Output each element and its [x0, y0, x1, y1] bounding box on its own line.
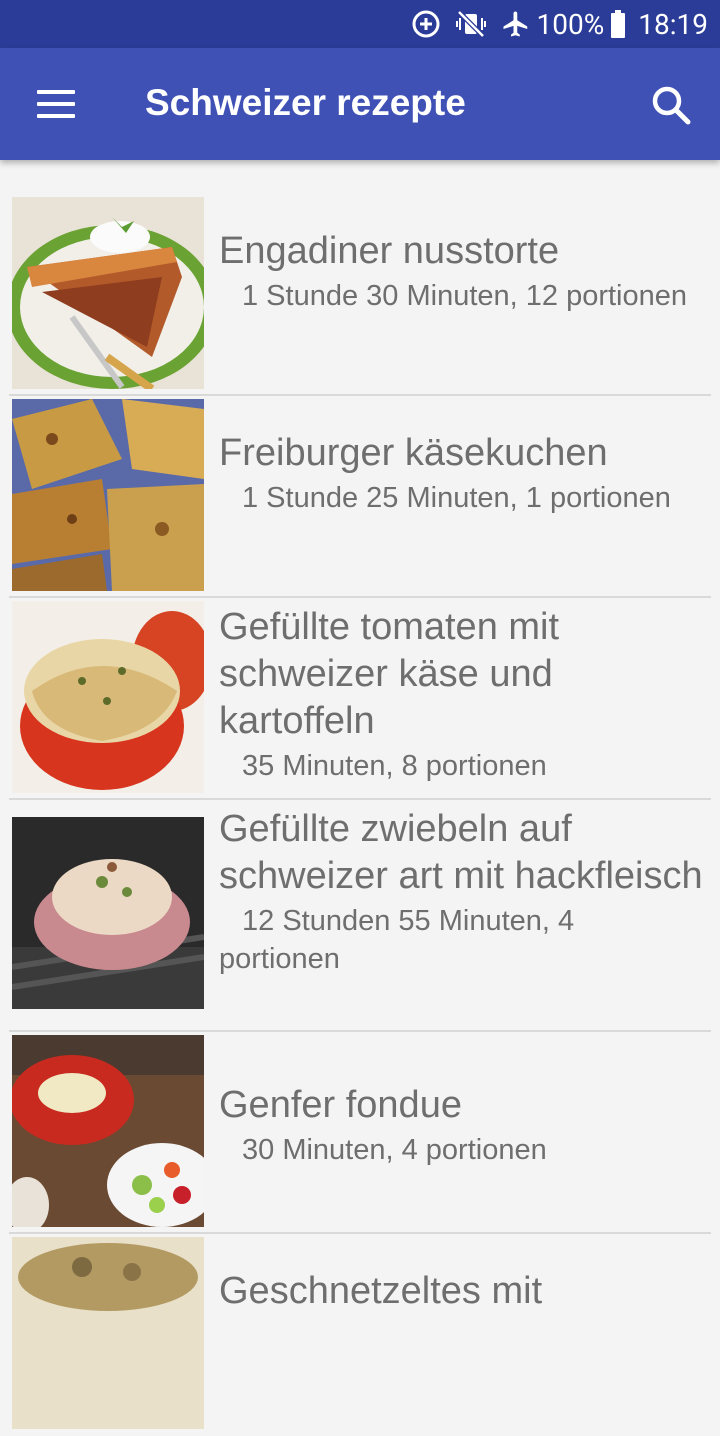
recipe-title: Geschnetzeltes mit: [219, 1270, 543, 1312]
list-item[interactable]: Geschnetzeltes mit: [9, 1234, 711, 1436]
recipe-image: [12, 601, 204, 793]
search-icon[interactable]: [648, 82, 696, 130]
recipe-list: Engadiner nusstorte 1 Stunde 30 Minuten,…: [0, 194, 720, 1436]
recipe-title: Gefüllte zwiebeln auf schweizer art mit …: [219, 808, 703, 897]
recipe-image: [12, 399, 204, 591]
list-item[interactable]: Freiburger käsekuchen 1 Stunde 25 Minute…: [9, 396, 711, 598]
recipe-meta: 35 Minuten, 8 portionen: [242, 750, 547, 782]
battery-icon: [610, 10, 626, 38]
battery-percent: 100%: [536, 7, 605, 41]
list-item[interactable]: Gefüllte zwiebeln auf schweizer art mit …: [9, 800, 711, 1032]
recipe-image: [12, 197, 204, 389]
airplane-mode-icon: [501, 9, 531, 39]
data-saver-icon: [411, 9, 441, 39]
status-time: 18:19: [638, 7, 708, 41]
recipe-title: Gefüllte tomaten mit schweizer käse und …: [219, 606, 560, 742]
recipe-title: Genfer fondue: [219, 1084, 462, 1126]
recipe-image: [12, 1237, 204, 1429]
list-item[interactable]: Gefüllte tomaten mit schweizer käse und …: [9, 598, 711, 800]
recipe-image: [12, 817, 204, 1009]
list-item[interactable]: Genfer fondue 30 Minuten, 4 portionen: [9, 1032, 711, 1234]
vibrate-icon: [455, 9, 487, 39]
recipe-meta: 1 Stunde 30 Minuten, 12 portionen: [242, 280, 687, 312]
recipe-meta: 30 Minuten, 4 portionen: [242, 1134, 547, 1166]
recipe-image: [12, 1035, 204, 1227]
page-title: Schweizer rezepte: [145, 82, 466, 123]
recipe-meta: 12 Stunden 55 Minuten, 4 portionen: [219, 905, 575, 975]
list-item[interactable]: Engadiner nusstorte 1 Stunde 30 Minuten,…: [9, 194, 711, 396]
app-bar: Schweizer rezepte: [0, 48, 720, 160]
recipe-title: Engadiner nusstorte: [219, 230, 560, 272]
hamburger-menu-icon[interactable]: [28, 78, 84, 130]
recipe-meta: 1 Stunde 25 Minuten, 1 portionen: [242, 482, 671, 514]
recipe-title: Freiburger käsekuchen: [219, 432, 608, 474]
status-bar: 100% 18:19: [0, 0, 720, 48]
